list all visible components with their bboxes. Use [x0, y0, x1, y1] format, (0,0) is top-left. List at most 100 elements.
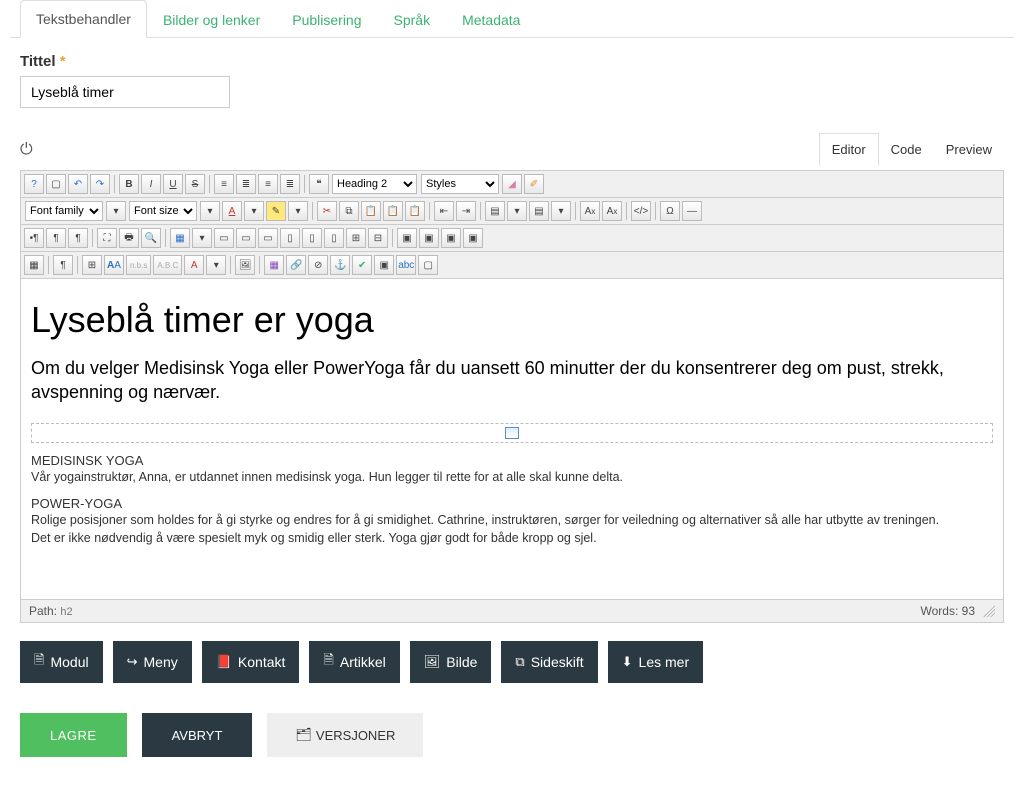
- align-left-icon[interactable]: ≡: [214, 174, 234, 194]
- cut-icon[interactable]: ✂: [317, 201, 337, 221]
- tab-metadata[interactable]: Metadata: [446, 1, 536, 38]
- styles-select[interactable]: Styles: [421, 174, 499, 194]
- align-center-icon[interactable]: ≣: [236, 174, 256, 194]
- layer-icon[interactable]: ▣: [397, 228, 417, 248]
- check-icon[interactable]: ✔: [352, 255, 372, 275]
- tab-sprak[interactable]: Språk: [378, 1, 447, 38]
- align-justify-icon[interactable]: ≣: [280, 174, 300, 194]
- hr-icon[interactable]: —: [682, 201, 702, 221]
- fontfamily-dd-icon[interactable]: ▾: [106, 201, 126, 221]
- insert-contact-button[interactable]: 📕Kontakt: [202, 641, 300, 683]
- section-body-1[interactable]: Rolige posisjoner som holdes for å gi st…: [31, 512, 993, 547]
- tab-publisering[interactable]: Publisering: [276, 1, 377, 38]
- underline-icon[interactable]: U: [163, 174, 183, 194]
- layer2-icon[interactable]: ▣: [419, 228, 439, 248]
- show-blocks-icon[interactable]: ⊞: [82, 255, 102, 275]
- textcase-icon[interactable]: A: [184, 255, 204, 275]
- search-icon[interactable]: 🔍: [141, 228, 161, 248]
- table-dd-icon[interactable]: ▾: [192, 228, 212, 248]
- clearformat-icon[interactable]: ✐: [524, 174, 544, 194]
- fontfamily-select[interactable]: Font family: [25, 201, 103, 221]
- editor-content[interactable]: Lyseblå timer er yoga Om du velger Medis…: [21, 279, 1003, 599]
- media2-icon[interactable]: ▣: [374, 255, 394, 275]
- hilite-icon[interactable]: ✎: [266, 201, 286, 221]
- italic-icon[interactable]: I: [141, 174, 161, 194]
- sub-icon[interactable]: Ax: [580, 201, 600, 221]
- content-lead[interactable]: Om du velger Medisinsk Yoga eller PowerY…: [31, 356, 993, 405]
- pilcrow3-icon[interactable]: ¶: [53, 255, 73, 275]
- row-delete-icon[interactable]: ▭: [258, 228, 278, 248]
- source-icon[interactable]: </>: [631, 201, 651, 221]
- mode-editor[interactable]: Editor: [819, 133, 879, 166]
- abbr-icon[interactable]: A.B.C: [153, 255, 182, 275]
- fontsize-dd-icon[interactable]: ▾: [200, 201, 220, 221]
- row-before-icon[interactable]: ▭: [214, 228, 234, 248]
- align-right-icon[interactable]: ≡: [258, 174, 278, 194]
- merge-icon[interactable]: ⊞: [346, 228, 366, 248]
- insert-article-button[interactable]: 🗎Artikkel: [309, 641, 399, 683]
- col-after-icon[interactable]: ▯: [302, 228, 322, 248]
- title-input[interactable]: [20, 76, 230, 108]
- paste-word-icon[interactable]: 📋: [405, 201, 425, 221]
- resize-handle-icon[interactable]: [983, 605, 995, 617]
- image-placeholder[interactable]: [31, 423, 993, 443]
- pilcrow-off-icon[interactable]: •¶: [24, 228, 44, 248]
- nbsp-icon[interactable]: n.b.s: [126, 255, 151, 275]
- tab-tekstbehandler[interactable]: Tekstbehandler: [20, 0, 147, 38]
- table-insert-icon[interactable]: ▦: [170, 228, 190, 248]
- section-title-0[interactable]: MEDISINSK YOGA: [31, 453, 993, 468]
- insert-module-button[interactable]: 🗎Modul: [20, 641, 103, 683]
- redo-icon[interactable]: ↷: [90, 174, 110, 194]
- fontsize-select[interactable]: Font size: [129, 201, 197, 221]
- power-icon[interactable]: ⏻: [20, 141, 33, 159]
- template-icon[interactable]: ▢: [418, 255, 438, 275]
- help-icon[interactable]: ?: [24, 174, 44, 194]
- ul-dd-icon[interactable]: ▾: [507, 201, 527, 221]
- section-body-0[interactable]: Vår yogainstruktør, Anna, er utdannet in…: [31, 469, 993, 487]
- table-icon[interactable]: ▦: [24, 255, 44, 275]
- insert-image-button[interactable]: 🖼Bilde: [410, 641, 492, 683]
- ol-dd-icon[interactable]: ▾: [551, 201, 571, 221]
- forecolor-dd-icon[interactable]: ▾: [244, 201, 264, 221]
- anchor-icon[interactable]: ⚓: [330, 255, 350, 275]
- versions-button[interactable]: 🗂VERSJONER: [267, 713, 423, 757]
- unlink-icon[interactable]: ⊘: [308, 255, 328, 275]
- paste-text-icon[interactable]: 📋: [383, 201, 403, 221]
- cancel-button[interactable]: AVBRYT: [142, 713, 253, 757]
- tab-bilder[interactable]: Bilder og lenker: [147, 1, 276, 38]
- insert-readmore-button[interactable]: ⬇Les mer: [608, 641, 703, 683]
- forecolor-icon[interactable]: A: [222, 201, 242, 221]
- styles-tool-icon[interactable]: AA: [104, 255, 124, 275]
- col-delete-icon[interactable]: ▯: [324, 228, 344, 248]
- copy-icon[interactable]: ⧉: [339, 201, 359, 221]
- mode-preview[interactable]: Preview: [934, 134, 1004, 165]
- media1-icon[interactable]: ▦: [264, 255, 284, 275]
- indent-icon[interactable]: ⇥: [456, 201, 476, 221]
- layer4-icon[interactable]: ▣: [463, 228, 483, 248]
- section-title-1[interactable]: POWER-YOGA: [31, 496, 993, 511]
- omega-icon[interactable]: Ω: [660, 201, 680, 221]
- undo-icon[interactable]: ↶: [68, 174, 88, 194]
- fullscreen-icon[interactable]: ⛶: [97, 228, 117, 248]
- mode-code[interactable]: Code: [879, 134, 934, 165]
- eraser-icon[interactable]: ◢: [502, 174, 522, 194]
- insert-menu-button[interactable]: ↪Meny: [113, 641, 192, 683]
- pilcrow2-icon[interactable]: ¶: [68, 228, 88, 248]
- content-heading[interactable]: Lyseblå timer er yoga: [31, 299, 993, 341]
- print-icon[interactable]: 🖶: [119, 228, 139, 248]
- sup-icon[interactable]: Ax: [602, 201, 622, 221]
- pilcrow1-icon[interactable]: ¶: [46, 228, 66, 248]
- newdoc-icon[interactable]: ▢: [46, 174, 66, 194]
- image-icon[interactable]: 🖼: [235, 255, 255, 275]
- bold-icon[interactable]: B: [119, 174, 139, 194]
- col-before-icon[interactable]: ▯: [280, 228, 300, 248]
- path-value[interactable]: h2: [60, 606, 72, 618]
- format-select[interactable]: Heading 2: [332, 174, 417, 194]
- paste-icon[interactable]: 📋: [361, 201, 381, 221]
- strike-icon[interactable]: S: [185, 174, 205, 194]
- ul-icon[interactable]: ▤: [485, 201, 505, 221]
- save-button[interactable]: LAGRE: [20, 713, 127, 757]
- insert-pagebreak-button[interactable]: ⧉Sideskift: [501, 641, 597, 683]
- outdent-icon[interactable]: ⇤: [434, 201, 454, 221]
- split-icon[interactable]: ⊟: [368, 228, 388, 248]
